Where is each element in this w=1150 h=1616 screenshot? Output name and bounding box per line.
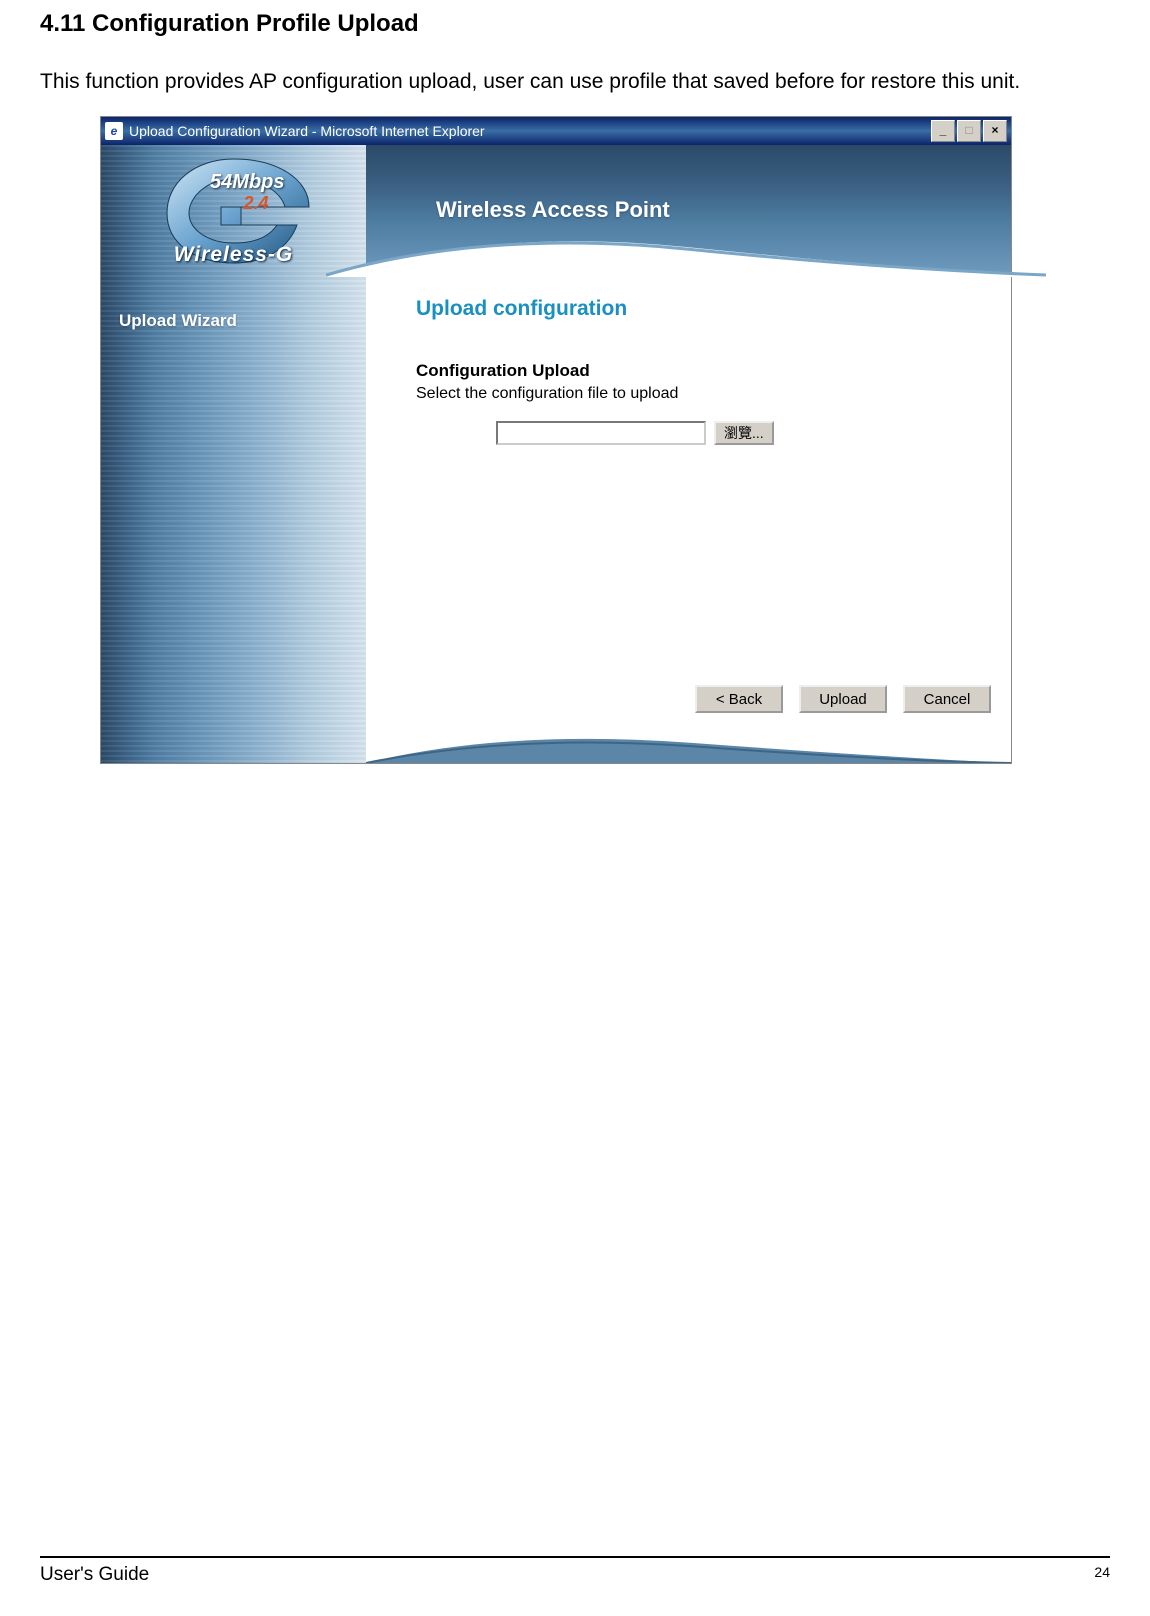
banner-title: Wireless Access Point [436,197,670,223]
browser-window: e Upload Configuration Wizard - Microsof… [100,116,1012,764]
sidebar-item-upload-wizard[interactable]: Upload Wizard [119,311,366,331]
screenshot-figure: e Upload Configuration Wizard - Microsof… [100,116,1110,764]
logo-speed-text: 54Mbps [210,171,284,194]
logo-freq-text: 2.4 [244,193,269,214]
banner: Wireless Access Point [366,145,1011,275]
window-titlebar[interactable]: e Upload Configuration Wizard - Microsof… [101,117,1011,145]
footer-page-number: 24 [1094,1564,1110,1586]
logo-brand-text: Wireless-G [149,243,319,267]
upload-button[interactable]: Upload [799,685,887,713]
minimize-button[interactable]: _ [931,120,955,142]
form-heading: Configuration Upload [416,361,981,381]
ie-icon: e [105,122,123,140]
product-logo: 54Mbps 2.4 Wireless-G [101,145,366,281]
section-description: This function provides AP configuration … [40,68,1110,96]
cancel-button[interactable]: Cancel [903,685,991,713]
footer-guide-label: User's Guide [40,1564,149,1586]
content-area: Upload configuration Configuration Uploa… [366,275,1011,763]
file-path-input[interactable] [496,421,706,445]
section-heading: 4.11 Configuration Profile Upload [40,10,1110,38]
browse-button[interactable]: 瀏覽... [714,421,774,445]
content-title: Upload configuration [416,297,981,321]
page-footer: User's Guide 24 [40,1556,1110,1586]
window-title: Upload Configuration Wizard - Microsoft … [129,123,931,139]
sidebar: 54Mbps 2.4 Wireless-G Upload Wizard [101,145,366,763]
maximize-button[interactable]: □ [957,120,981,142]
form-description: Select the configuration file to upload [416,385,981,403]
close-button[interactable]: × [983,120,1007,142]
back-button[interactable]: < Back [695,685,783,713]
